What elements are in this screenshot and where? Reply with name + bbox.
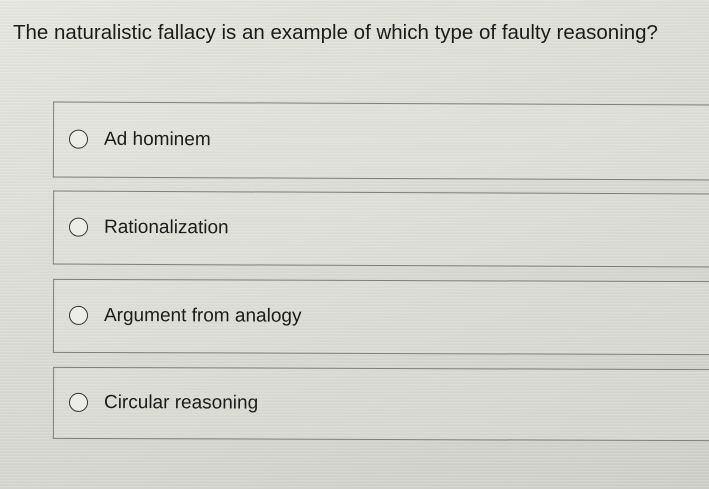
- option-argument-from-analogy[interactable]: Argument from analogy: [52, 278, 709, 356]
- radio-button[interactable]: [68, 217, 89, 237]
- option-label: Circular reasoning: [103, 392, 259, 414]
- option-label: Rationalization: [103, 216, 229, 239]
- option-label: Argument from analogy: [103, 305, 302, 327]
- answer-options: Ad hominem Rationalization Argument from…: [0, 0, 709, 489]
- option-ad-hominem[interactable]: Ad hominem: [52, 101, 709, 181]
- option-circular-reasoning[interactable]: Circular reasoning: [52, 366, 709, 442]
- option-rationalization[interactable]: Rationalization: [52, 190, 709, 268]
- radio-button[interactable]: [68, 129, 89, 149]
- radio-button[interactable]: [68, 305, 89, 325]
- radio-button[interactable]: [68, 392, 89, 412]
- option-label: Ad hominem: [103, 128, 211, 151]
